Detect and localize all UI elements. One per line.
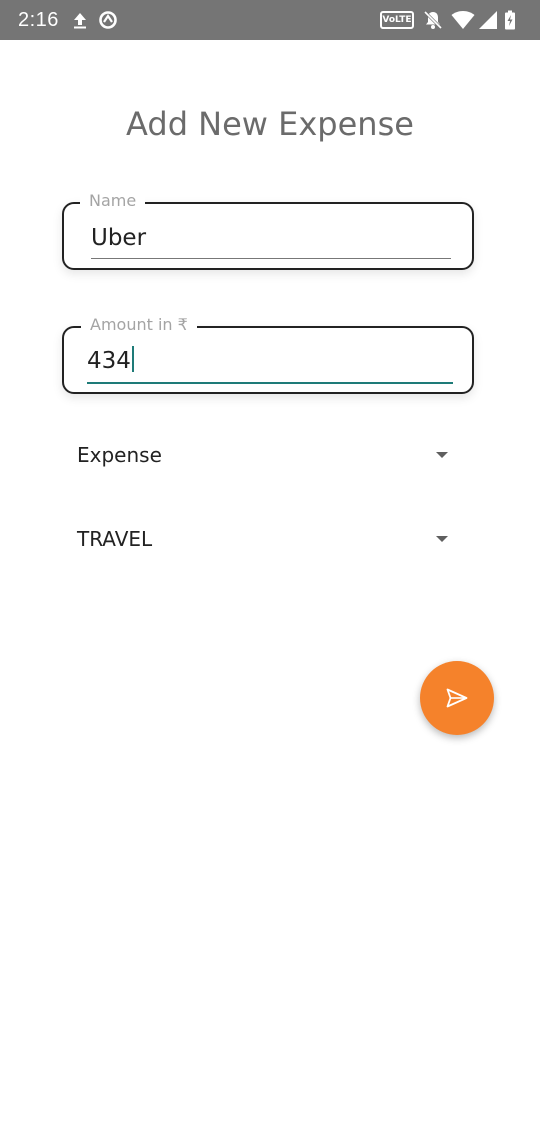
volte-icon: VoLTE <box>380 11 414 29</box>
type-dropdown[interactable]: Expense <box>76 435 456 475</box>
amount-field-label: Amount in ₹ <box>81 315 197 335</box>
category-dropdown[interactable]: TRAVEL <box>76 519 456 559</box>
status-bar: 2:16 VoLTE <box>0 0 540 40</box>
text-cursor <box>131 346 134 372</box>
type-dropdown-value: Expense <box>77 443 162 467</box>
name-field-label: Name <box>80 191 146 211</box>
data-saver-icon <box>99 11 117 29</box>
status-time: 2:16 <box>18 9 59 31</box>
upload-icon <box>74 13 86 29</box>
arrow-drop-down-icon <box>436 536 448 542</box>
send-icon <box>446 688 468 708</box>
submit-button[interactable] <box>420 661 494 735</box>
category-dropdown-value: TRAVEL <box>77 527 153 551</box>
name-field[interactable]: Name Uber <box>62 191 474 270</box>
amount-input[interactable]: 434 <box>87 346 134 375</box>
notifications-off-icon <box>423 10 443 30</box>
name-input[interactable]: Uber <box>91 224 146 252</box>
arrow-drop-down-icon <box>436 452 448 458</box>
amount-field[interactable]: Amount in ₹ 434 <box>62 315 474 394</box>
name-input-underline <box>91 258 451 259</box>
signal-icon <box>479 11 497 29</box>
battery-charging-icon <box>505 10 515 30</box>
amount-input-text: 434 <box>87 348 131 374</box>
wifi-icon <box>451 11 475 29</box>
amount-input-underline <box>87 382 453 384</box>
page-title: Add New Expense <box>126 105 414 143</box>
